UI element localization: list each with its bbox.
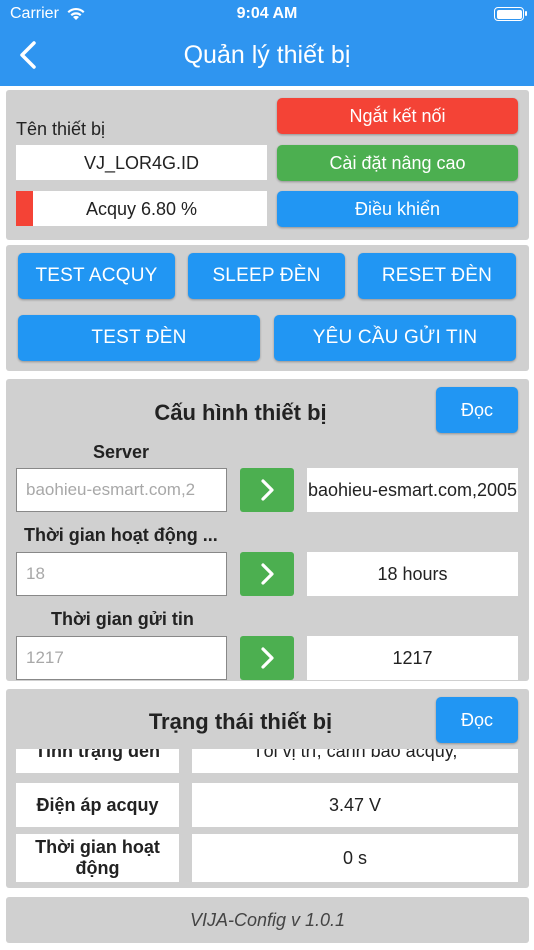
- status-value-uptime: 0 s: [192, 834, 518, 882]
- uptime-submit-button[interactable]: [240, 552, 294, 596]
- uptime-value: 18 hours: [307, 552, 518, 596]
- request-message-button[interactable]: YÊU CẦU GỬI TIN: [274, 315, 516, 361]
- advanced-settings-button[interactable]: Cài đặt nâng cao: [277, 145, 518, 181]
- server-value: baohieu-esmart.com,2005: [307, 468, 518, 512]
- config-panel: Cấu hình thiết bị Đọc Server baohieu-esm…: [6, 379, 529, 681]
- status-read-button[interactable]: Đọc: [436, 697, 518, 743]
- page-title: Quản lý thiết bị: [183, 41, 351, 69]
- server-input[interactable]: baohieu-esmart.com,2: [16, 468, 227, 512]
- status-time: 9:04 AM: [236, 5, 298, 22]
- server-label: Server: [93, 442, 150, 462]
- chevron-right-icon: [261, 647, 274, 669]
- device-panel: Tên thiết bị VJ_LOR4G.ID Acquy 6.80 % Ng…: [6, 90, 529, 240]
- disconnect-button[interactable]: Ngắt kết nối: [277, 98, 518, 134]
- test-battery-button[interactable]: TEST ACQUY: [18, 253, 175, 299]
- battery-level-text: Acquy 6.80 %: [85, 198, 198, 219]
- device-name-value: VJ_LOR4G.ID: [16, 145, 267, 180]
- battery-level: Acquy 6.80 %: [16, 191, 267, 226]
- device-name-label: Tên thiết bị: [16, 119, 106, 139]
- status-table: Tình trạng đèn Tối vị trí, cảnh báo acqu…: [6, 749, 529, 888]
- config-title: Cấu hình thiết bị: [154, 400, 327, 425]
- battery-level-bar: [16, 191, 33, 226]
- device-status-title: Trạng thái thiết bị: [148, 709, 333, 734]
- version-footer: VIJA-Config v 1.0.1: [6, 897, 529, 943]
- reset-light-button[interactable]: RESET ĐÈN: [358, 253, 516, 299]
- test-light-button[interactable]: TEST ĐÈN: [18, 315, 260, 361]
- uptime-label: Thời gian hoạt động ...: [24, 525, 218, 545]
- config-read-button[interactable]: Đọc: [436, 387, 518, 433]
- status-key-uptime: Thời gian hoạt động: [16, 834, 179, 882]
- send-interval-value: 1217: [307, 636, 518, 680]
- device-status-panel: Trạng thái thiết bị Đọc Tình trạng đèn T…: [6, 689, 529, 888]
- navigation-bar: Carrier 9:04 AM Quản lý thiết bị: [0, 0, 534, 86]
- status-key-light: Tình trạng đèn: [16, 749, 179, 773]
- sleep-light-button[interactable]: SLEEP ĐÈN: [188, 253, 345, 299]
- status-bar: Carrier 9:04 AM: [0, 0, 534, 28]
- status-key-battery-voltage: Điện áp acquy: [16, 783, 179, 827]
- control-button[interactable]: Điều khiển: [277, 191, 518, 227]
- send-interval-submit-button[interactable]: [240, 636, 294, 680]
- status-value-light: Tối vị trí, cảnh báo acquy,: [192, 749, 518, 773]
- status-value-battery-voltage: 3.47 V: [192, 783, 518, 827]
- send-interval-input[interactable]: 1217: [16, 636, 227, 680]
- chevron-right-icon: [261, 479, 274, 501]
- battery-icon: [494, 7, 527, 21]
- actions-panel: TEST ACQUY SLEEP ĐÈN RESET ĐÈN TEST ĐÈN …: [6, 245, 529, 371]
- send-interval-label: Thời gian gửi tin: [51, 609, 194, 629]
- uptime-input[interactable]: 18: [16, 552, 227, 596]
- server-submit-button[interactable]: [240, 468, 294, 512]
- chevron-right-icon: [261, 563, 274, 585]
